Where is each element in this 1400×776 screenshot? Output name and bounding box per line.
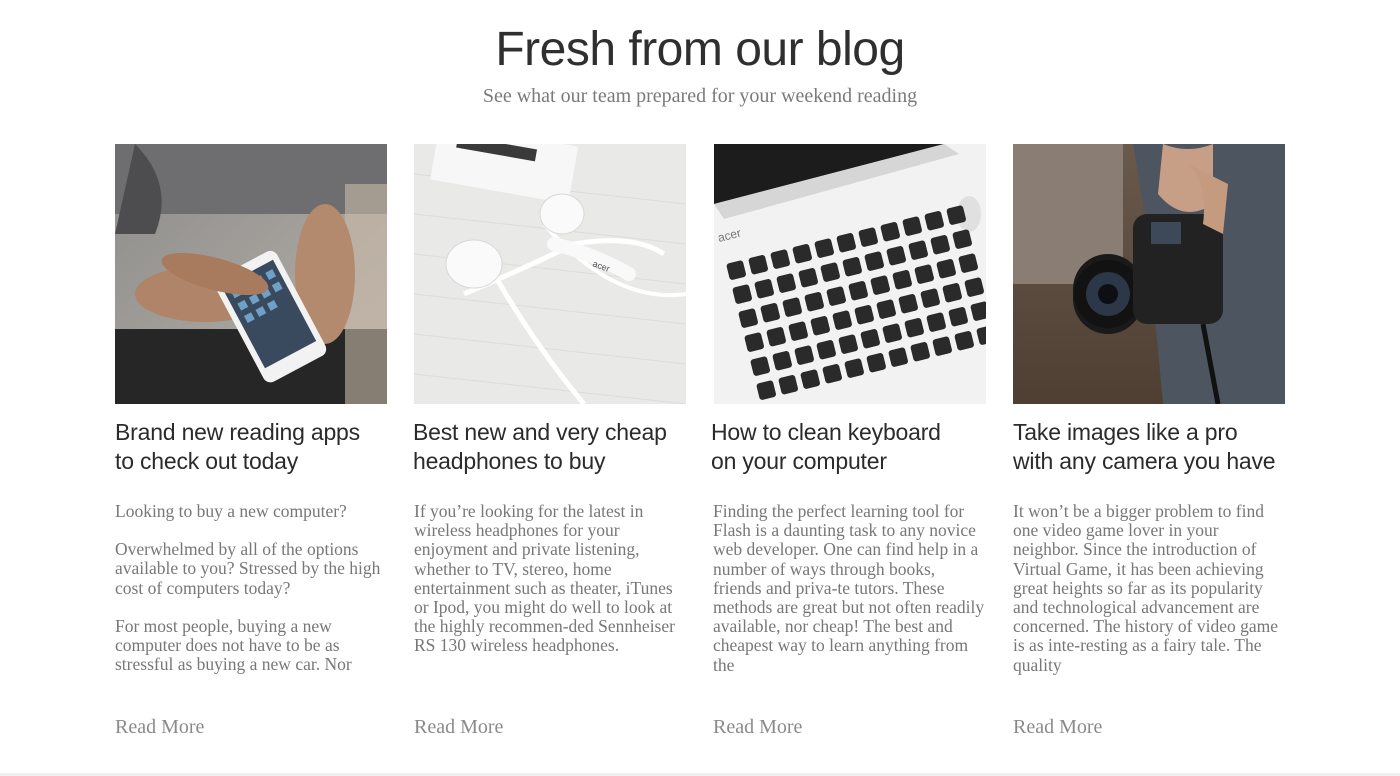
smartphone-photo[interactable]	[115, 144, 387, 404]
blog-card-4: Take images like a pro with any camera y…	[1013, 144, 1285, 754]
post-excerpt: Looking to buy a new computer? Overwhelm…	[115, 502, 387, 678]
post-title[interactable]: How to clean keyboard on your computer	[711, 418, 1001, 476]
read-more-link[interactable]: Read More	[1013, 716, 1102, 739]
post-excerpt: If you’re looking for the latest in wire…	[414, 502, 686, 678]
post-title[interactable]: Best new and very cheap headphones to bu…	[413, 418, 703, 476]
post-excerpt: It won’t be a bigger problem to find one…	[1013, 502, 1285, 678]
excerpt-paragraph: Looking to buy a new computer?	[115, 502, 347, 521]
post-title-line[interactable]: Take images like a pro	[1013, 419, 1238, 445]
read-more-link[interactable]: Read More	[414, 716, 503, 739]
read-more-link[interactable]: Read More	[713, 716, 802, 739]
post-title-line[interactable]: Best new and very cheap	[413, 419, 667, 445]
section-title: Fresh from our blog	[495, 23, 905, 76]
excerpt-paragraph: If you’re looking for the latest in wire…	[414, 502, 675, 656]
laptop-keyboard-photo[interactable]: acer	[714, 144, 986, 404]
read-more-link[interactable]: Read More	[115, 716, 204, 739]
camera-photo[interactable]	[1013, 144, 1285, 404]
post-title[interactable]: Brand new reading apps to check out toda…	[115, 418, 405, 476]
excerpt-paragraph: Overwhelmed by all of the options availa…	[115, 539, 381, 598]
excerpt-paragraph: It won’t be a bigger problem to find one…	[1013, 502, 1279, 675]
blog-card-1: Brand new reading apps to check out toda…	[115, 144, 387, 754]
post-title-line[interactable]: to check out today	[115, 448, 298, 474]
excerpt-paragraph: For most people, buying a new computer d…	[115, 615, 352, 675]
blog-card-2: acer Best new and very cheap headphones …	[413, 144, 686, 754]
blog-cards: Brand new reading apps to check out toda…	[0, 144, 1400, 776]
post-title-line[interactable]: Brand new reading apps	[115, 419, 360, 445]
earphones-photo[interactable]: acer	[414, 144, 686, 404]
post-title[interactable]: Take images like a pro with any camera y…	[1013, 418, 1303, 476]
post-title-line[interactable]: How to clean keyboard	[711, 419, 941, 445]
post-title-line[interactable]: with any camera you have	[1013, 448, 1276, 474]
excerpt-paragraph: Finding the perfect learning tool for Fl…	[713, 502, 985, 675]
post-title-line[interactable]: headphones to buy	[413, 448, 605, 474]
post-excerpt: Finding the perfect learning tool for Fl…	[713, 502, 985, 678]
blog-card-3: acer How to clean keyboard on your compu…	[711, 144, 986, 754]
section-subtitle: See what our team prepared for your week…	[482, 85, 918, 107]
post-title-line[interactable]: on your computer	[711, 448, 887, 474]
